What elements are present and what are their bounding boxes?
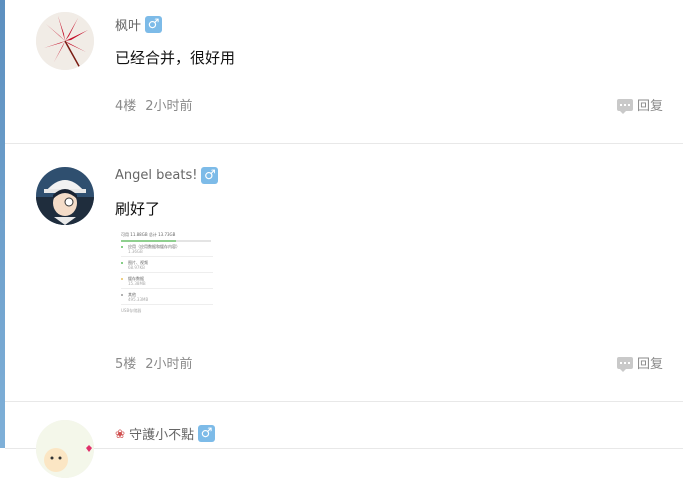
comment-item: ❀ 守護小不點 ♂: [5, 402, 683, 478]
avatar[interactable]: [36, 12, 94, 70]
status-dot: [121, 246, 123, 248]
storage-row: 缓存数据 15.38MB: [121, 276, 213, 289]
username[interactable]: Angel beats!: [115, 168, 197, 183]
flower-icon: ❀: [115, 426, 126, 441]
male-icon: ♂: [145, 16, 163, 33]
comment-bubble-icon: [616, 98, 633, 114]
storage-footer: USB存储器: [121, 308, 142, 313]
username-row: 枫叶 ♂: [115, 15, 163, 34]
comment-item: 枫叶 ♂ 已经合并，很好用 4楼 2小时前 回复: [5, 0, 683, 144]
comment-item: Angel beats! ♂ 刷好了 可用 11.88GB 总计 13.73GB…: [5, 144, 683, 402]
male-icon: ♂: [198, 425, 216, 442]
storage-bar: [121, 240, 211, 242]
status-dot: [121, 294, 123, 296]
reply-button[interactable]: 回复: [616, 95, 663, 114]
reply-label: 回复: [636, 357, 663, 372]
comment-meta: 5楼 2小时前: [115, 353, 193, 372]
floor-number: 4楼: [115, 99, 137, 114]
username-row: Angel beats! ♂: [115, 167, 219, 184]
avatar[interactable]: [36, 167, 94, 225]
timestamp: 2小时前: [145, 99, 193, 114]
reply-label: 回复: [636, 99, 663, 114]
username[interactable]: 枫叶: [115, 15, 141, 34]
comment-text: 刷好了: [115, 200, 161, 218]
storage-row: 应用（应用数据和缓存内容） 1.36GB: [121, 244, 213, 257]
comment-bubble-icon: [616, 356, 633, 372]
avatar[interactable]: [36, 420, 94, 478]
attached-screenshot[interactable]: 可用 11.88GB 总计 13.73GB 应用（应用数据和缓存内容） 1.36…: [115, 226, 219, 326]
status-dot: [121, 278, 123, 280]
username[interactable]: 守護小不點: [129, 424, 194, 443]
status-dot: [121, 262, 123, 264]
storage-row: 其他 495.33MB: [121, 292, 213, 305]
floor-number: 5楼: [115, 357, 137, 372]
comment-meta: 4楼 2小时前: [115, 95, 193, 114]
comment-text: 已经合并，很好用: [115, 49, 236, 67]
timestamp: 2小时前: [145, 357, 193, 372]
reply-button[interactable]: 回复: [616, 353, 663, 372]
username-row: ❀ 守護小不點 ♂: [115, 424, 216, 443]
storage-row: 图片、视频 68.97KB: [121, 260, 213, 273]
storage-summary: 可用 11.88GB 总计 13.73GB: [121, 232, 176, 237]
male-icon: ♂: [201, 167, 219, 184]
